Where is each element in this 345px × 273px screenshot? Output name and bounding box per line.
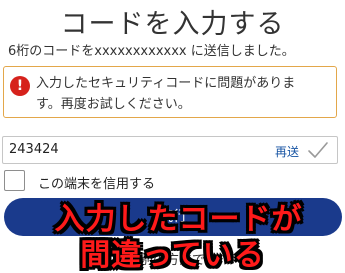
code-input-value[interactable]: 243424: [9, 142, 59, 157]
resend-link[interactable]: 再送: [275, 143, 299, 160]
other-method-link[interactable]: 別の方法で: [0, 249, 345, 268]
alert-message-line1: 入力したセキュリティコードに問題がありま: [36, 76, 296, 91]
trust-device-checkbox[interactable]: [4, 170, 25, 191]
page: コードを入力する 6桁のコードをxxxxxxxxxxxx に送信しました。 ! …: [0, 0, 345, 273]
continue-button[interactable]: 続行: [4, 198, 342, 236]
page-title: コードを入力する: [60, 9, 285, 40]
trust-device-label[interactable]: この端末を信用する: [38, 173, 155, 192]
exclamation-icon: !: [10, 76, 30, 96]
continue-button-label[interactable]: 続行: [4, 198, 342, 236]
alert-message: 入力したセキュリティコードに問題がありま す。再度お試しください。: [36, 73, 334, 115]
page-subtitle: 6桁のコードをxxxxxxxxxxxx に送信しました。: [8, 44, 295, 59]
checkmark-icon: [308, 142, 328, 158]
alert-message-line2: す。再度お試しください。: [36, 97, 191, 112]
code-input[interactable]: 243424 再送: [2, 136, 338, 164]
error-alert: ! 入力したセキュリティコードに問題がありま す。再度お試しください。: [3, 66, 337, 118]
